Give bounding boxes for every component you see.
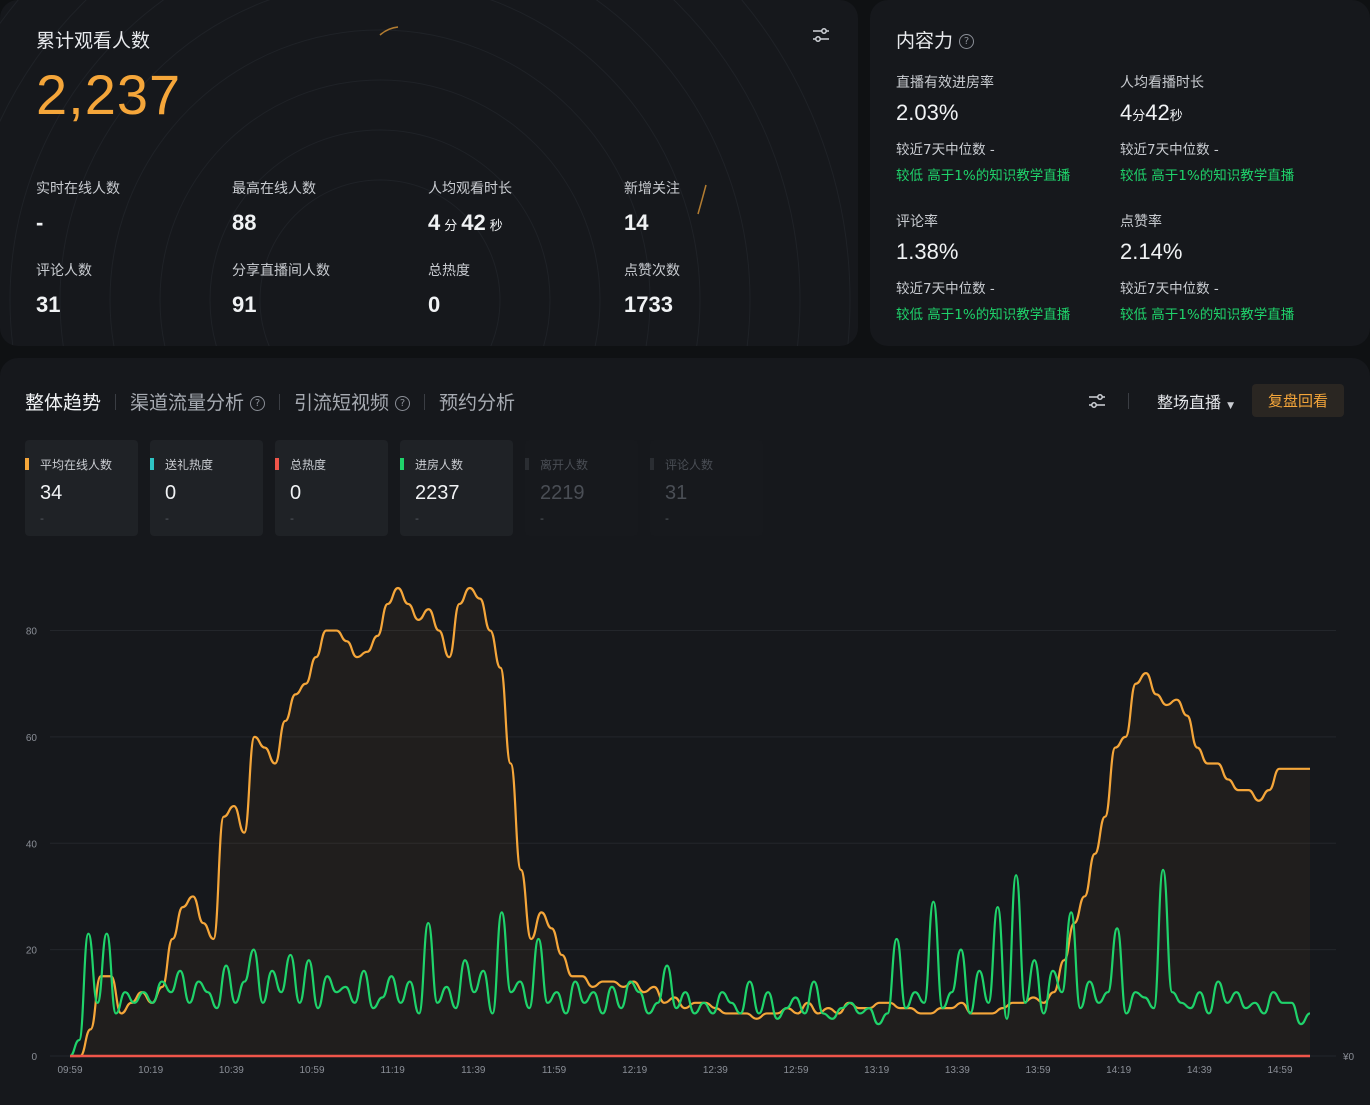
stat-realtime-online: 实时在线人数 - <box>36 181 120 235</box>
chip-avg-online[interactable]: 平均在线人数 34 - <box>25 440 138 536</box>
chip-gift-heat[interactable]: 送礼热度 0 - <box>150 440 263 536</box>
filter-settings-icon[interactable] <box>1086 390 1108 412</box>
legend-color <box>650 458 654 470</box>
y-tick-label: 40 <box>26 839 38 850</box>
replay-button[interactable]: 复盘回看 <box>1251 384 1344 417</box>
tab-divider <box>424 393 426 410</box>
range-dropdown[interactable]: 整场直播 ▼ <box>1157 389 1234 413</box>
metric-like-rate: 点赞率 2.14% 较近7天中位数 - 较低 高于1%的知识教学直播 <box>1120 214 1295 323</box>
tab-overall-trend[interactable]: 整体趋势 <box>25 388 101 415</box>
caret-down-icon: ▼ <box>1227 400 1234 411</box>
y-tick-label: 60 <box>26 733 38 744</box>
y-tick-label: 20 <box>26 946 38 957</box>
overview-title: 累计观看人数 <box>36 30 151 52</box>
stat-commenters: 评论人数 31 <box>36 263 92 317</box>
x-tick-label: 11:59 <box>542 1065 567 1076</box>
help-icon[interactable]: ? <box>959 34 975 49</box>
x-tick-label: 10:19 <box>138 1065 163 1076</box>
x-tick-label: 13:19 <box>864 1065 889 1076</box>
total-viewers: 2,237 <box>36 63 182 126</box>
x-tick-label: 09:59 <box>57 1065 82 1076</box>
trend-card: 整体趋势 渠道流量分析? 引流短视频? 预约分析 整场直播 ▼ 复盘回看 平均在线… <box>0 358 1370 1105</box>
right-axis-label: ¥0 <box>1342 1052 1355 1063</box>
tab-short-video[interactable]: 引流短视频? <box>294 388 411 415</box>
tab-divider <box>279 393 281 410</box>
stat-new-followers: 新增关注 14 <box>624 181 680 235</box>
x-tick-label: 12:39 <box>703 1065 728 1076</box>
stat-total-heat: 总热度 0 <box>428 263 470 317</box>
trend-tabs: 整体趋势 渠道流量分析? 引流短视频? 预约分析 <box>25 388 515 415</box>
x-tick-label: 14:19 <box>1106 1065 1131 1076</box>
x-tick-label: 11:19 <box>381 1065 406 1076</box>
chip-total-heat[interactable]: 总热度 0 - <box>275 440 388 536</box>
overview-card: 累计观看人数 2,237 实时在线人数 - 最高在线人数 88 人均观看时长 4… <box>0 0 858 346</box>
x-tick-label: 13:59 <box>1025 1065 1050 1076</box>
x-tick-label: 14:39 <box>1187 1065 1212 1076</box>
legend-color <box>275 458 279 470</box>
y-tick-label: 0 <box>31 1052 37 1063</box>
legend-color <box>400 458 404 470</box>
metric-chips: 平均在线人数 34 - 送礼热度 0 - 总热度 0 - 进房人数 2237 -… <box>25 440 775 536</box>
x-tick-label: 12:59 <box>783 1065 808 1076</box>
metric-comment-rate: 评论率 1.38% 较近7天中位数 - 较低 高于1%的知识教学直播 <box>896 214 1071 323</box>
help-icon[interactable]: ? <box>395 396 411 411</box>
tab-channel-traffic[interactable]: 渠道流量分析? <box>130 388 266 415</box>
content-power-title: 内容力? <box>896 26 975 53</box>
x-tick-label: 10:39 <box>219 1065 244 1076</box>
content-power-card: 内容力? 直播有效进房率 2.03% 较近7天中位数 - 较低 高于1%的知识教… <box>870 0 1370 346</box>
legend-color <box>25 458 29 470</box>
tab-reservation[interactable]: 预约分析 <box>439 388 515 415</box>
trend-chart[interactable]: 0 20 40 60 80 ¥0 09:59 10:19 10:39 10:59 11:19 11:3… <box>0 558 1370 1088</box>
stat-peak-online: 最高在线人数 88 <box>232 181 316 235</box>
stat-avg-watch-time: 人均观看时长 4 分 42 秒 <box>428 181 512 235</box>
divider <box>1128 392 1130 409</box>
legend-color <box>150 458 154 470</box>
chip-room-entries[interactable]: 进房人数 2237 - <box>400 440 513 536</box>
trend-controls: 整场直播 ▼ 复盘回看 <box>1086 384 1344 417</box>
series-area-avg-online <box>70 588 1310 1056</box>
metric-effective-entry-rate: 直播有效进房率 2.03% 较近7天中位数 - 较低 高于1%的知识教学直播 <box>896 75 1071 184</box>
x-tick-label: 11:39 <box>461 1065 486 1076</box>
help-icon[interactable]: ? <box>250 396 266 411</box>
x-tick-label: 14:59 <box>1267 1065 1292 1076</box>
x-tick-label: 10:59 <box>299 1065 324 1076</box>
x-tick-label: 13:39 <box>945 1065 970 1076</box>
chip-leavers[interactable]: 离开人数 2219 - <box>525 440 638 536</box>
metric-avg-watch-duration: 人均看播时长 4分42秒 较近7天中位数 - 较低 高于1%的知识教学直播 <box>1120 75 1295 184</box>
legend-color <box>525 458 529 470</box>
x-tick-label: 12:19 <box>622 1065 647 1076</box>
chip-commenters[interactable]: 评论人数 31 - <box>650 440 763 536</box>
filter-settings-icon[interactable] <box>810 24 832 46</box>
stat-sharers: 分享直播间人数 91 <box>232 263 330 317</box>
stat-likes: 点赞次数 1733 <box>624 263 680 317</box>
tab-divider <box>115 393 117 410</box>
y-tick-label: 80 <box>26 627 38 638</box>
